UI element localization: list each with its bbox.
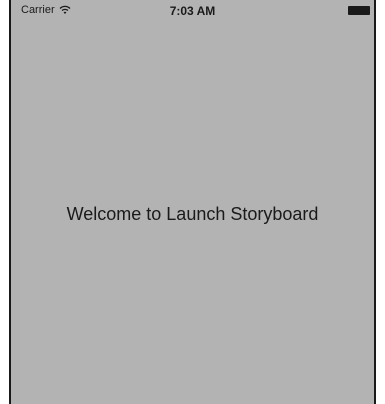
status-time: 7:03 AM: [169, 4, 216, 18]
launch-screen: Carrier 7:03 AM Welcome to Launch Storyb…: [9, 0, 376, 404]
status-bar: Carrier 7:03 AM: [11, 0, 374, 22]
welcome-label: Welcome to Launch Storyboard: [66, 204, 319, 224]
battery-icon: [348, 6, 370, 15]
